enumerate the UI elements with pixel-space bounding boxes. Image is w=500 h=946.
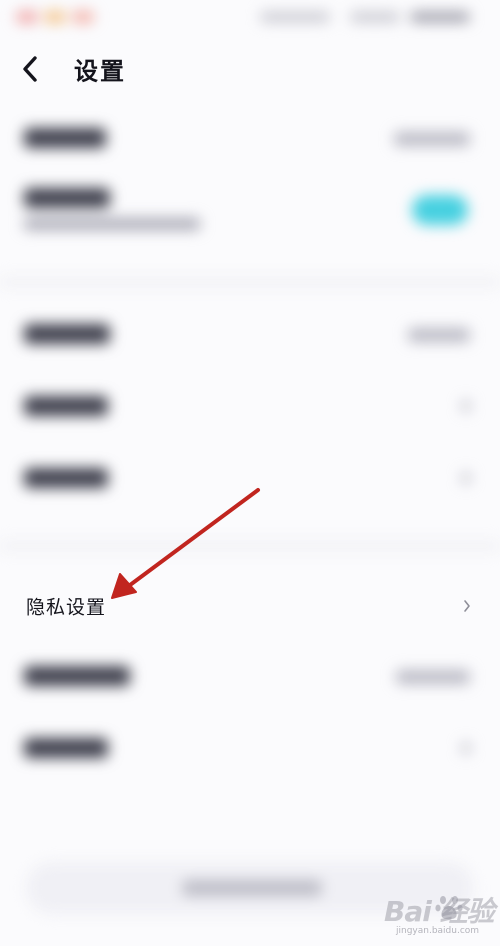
setting-row-value — [408, 328, 470, 342]
setting-row-value — [394, 132, 470, 146]
setting-row-label[interactable] — [24, 128, 106, 148]
baidu-jingyan-watermark: Bai 经验 jingyan.baidu.com — [384, 888, 496, 942]
setting-row-label[interactable] — [24, 188, 110, 208]
page-title: 设置 — [74, 57, 126, 86]
chevron-right-icon — [462, 472, 470, 484]
chevron-right-icon — [462, 742, 470, 754]
privacy-settings-label: 隐私设置 — [26, 596, 107, 619]
watermark-domain: jingyan.baidu.com — [396, 926, 480, 936]
setting-row-description — [24, 218, 200, 230]
setting-row-label[interactable] — [24, 468, 108, 488]
setting-row-label[interactable] — [24, 666, 130, 686]
setting-toggle[interactable] — [412, 195, 468, 225]
bottom-action-label — [182, 880, 322, 896]
setting-row-label[interactable] — [24, 738, 108, 758]
privacy-settings-row[interactable]: 隐私设置 — [0, 580, 500, 632]
baidu-paw-icon — [435, 896, 463, 920]
header: 设置 — [0, 0, 500, 100]
chevron-right-icon — [462, 400, 470, 412]
section-divider — [0, 540, 500, 552]
setting-row-label[interactable] — [24, 324, 110, 344]
section-divider — [0, 276, 500, 288]
setting-row-label[interactable] — [24, 396, 108, 416]
chevron-left-icon[interactable] — [18, 54, 44, 84]
setting-row-value — [396, 670, 470, 684]
chevron-right-icon — [464, 600, 470, 612]
